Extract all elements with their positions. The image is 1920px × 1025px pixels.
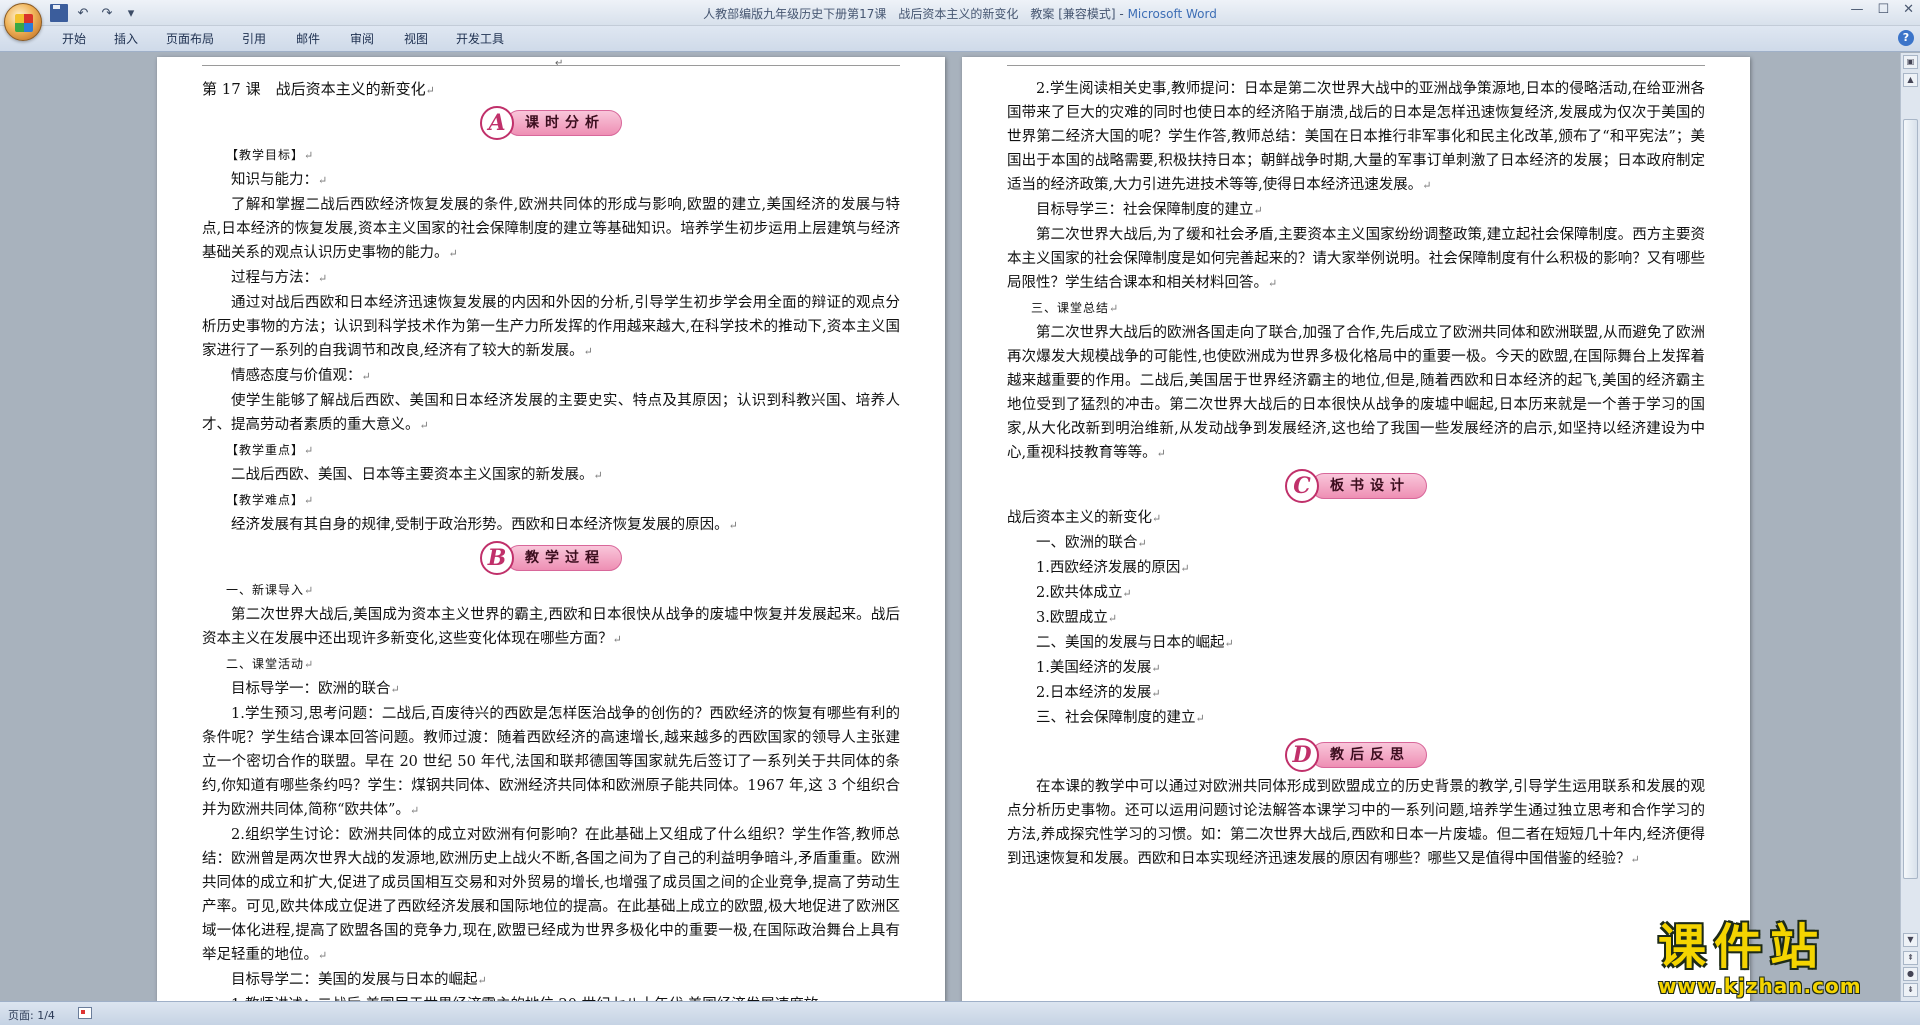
banner-text-a: 课时分析 xyxy=(506,110,622,136)
difficulty-heading: 【教学难点】↵ xyxy=(226,493,315,507)
section-activity-heading: 二、课堂活动↵ xyxy=(226,657,315,671)
tab-review[interactable]: 审阅 xyxy=(350,30,374,47)
header-line xyxy=(1007,65,1705,66)
scroll-up-button[interactable]: ▲ xyxy=(1903,73,1918,87)
page-1[interactable]: ↵ 第 17 课 战后资本主义的新变化↵ A 课时分析 【教学目标】↵ 知识与能力… xyxy=(157,57,945,1001)
goal-2-partial-text: 1.教师讲述：二战后,美国居于世界经济霸主的地位,20 世纪七八十年代,美国经济… xyxy=(202,993,900,1001)
board-item: 一、欧洲的联合↵ xyxy=(1036,535,1147,551)
banner-text-b: 教学过程 xyxy=(506,545,622,571)
section-intro-text: 第二次世界大战后,美国成为资本主义世界的霸主,西欧和日本很快从战争的废墟中恢复并… xyxy=(202,607,900,647)
key-points-heading: 【教学重点】↵ xyxy=(226,443,315,457)
tab-developer[interactable]: 开发工具 xyxy=(456,30,504,47)
board-item: 2.欧共体成立↵ xyxy=(1036,585,1132,601)
tab-home[interactable]: 开始 xyxy=(62,30,86,47)
watermark-logo: 课件站 www.kjzhan.com xyxy=(1658,920,1920,1000)
watermark-text: 课件站 xyxy=(1658,919,1827,975)
emotion-heading: 情感态度与价值观：↵ xyxy=(231,368,371,384)
banner-letter-a: A xyxy=(480,106,514,140)
board-item: 3.欧盟成立↵ xyxy=(1036,610,1118,626)
board-item: 二、美国的发展与日本的崛起↵ xyxy=(1036,635,1234,651)
banner-letter-c: C xyxy=(1285,469,1319,503)
banner-letter-b: B xyxy=(480,541,514,575)
status-bar: 页面: 1/4 xyxy=(0,1001,1920,1025)
page-2-content: 2.学生阅读相关史事,教师提问：日本是第二次世界大战中的亚洲战争策源地,日本的侵… xyxy=(1007,77,1705,872)
banner-reflection: D 教后反思 xyxy=(1007,737,1705,773)
banner-letter-d: D xyxy=(1285,738,1319,772)
board-item: 1.美国经济的发展↵ xyxy=(1036,660,1161,676)
page-1-content: 第 17 课 战后资本主义的新变化↵ A 课时分析 【教学目标】↵ 知识与能力：↵… xyxy=(202,77,900,1001)
document-area[interactable]: ↵ 第 17 课 战后资本主义的新变化↵ A 课时分析 【教学目标】↵ 知识与能力… xyxy=(0,53,1900,1001)
page-2[interactable]: 2.学生阅读相关史事,教师提问：日本是第二次世界大战中的亚洲战争策源地,日本的侵… xyxy=(962,57,1750,1001)
process-heading: 过程与方法：↵ xyxy=(231,270,328,286)
key-points-text: 二战后西欧、美国、日本等主要资本主义国家的新发展。↵ xyxy=(231,467,603,483)
banner-lesson-analysis: A 课时分析 xyxy=(202,105,900,141)
page-count[interactable]: 页面: 1/4 xyxy=(8,1007,55,1023)
board-item: 2.日本经济的发展↵ xyxy=(1036,685,1161,701)
tab-page-layout[interactable]: 页面布局 xyxy=(166,30,214,47)
summary-heading: 三、课堂总结↵ xyxy=(1031,301,1120,315)
minimize-button[interactable]: — xyxy=(1850,2,1863,17)
scrollbar-thumb[interactable] xyxy=(1903,119,1918,879)
ruler-toggle-button[interactable]: ▣ xyxy=(1903,55,1918,69)
header-line xyxy=(202,65,900,66)
header-paragraph-mark: ↵ xyxy=(555,58,564,69)
tab-references[interactable]: 引用 xyxy=(242,30,266,47)
help-icon[interactable]: ? xyxy=(1898,30,1914,46)
proofing-icon[interactable] xyxy=(78,1007,92,1019)
knowledge-text: 了解和掌握二战后西欧经济恢复发展的条件,欧洲共同体的形成与影响,欧盟的建立,美国… xyxy=(202,197,900,261)
reflection-text: 在本课的教学中可以通过对欧洲共同体形成到欧盟成立的历史背景的教学,引导学生运用联… xyxy=(1007,779,1705,867)
goal-1-heading: 目标导学一：欧洲的联合↵ xyxy=(231,681,400,697)
banner-board-design: C 板书设计 xyxy=(1007,468,1705,504)
banner-teaching-process: B 教学过程 xyxy=(202,540,900,576)
watermark-url: www.kjzhan.com xyxy=(1658,974,1862,998)
ribbon-tabs: 开始 插入 页面布局 引用 邮件 审阅 视图 开发工具 ? xyxy=(0,26,1920,52)
goal-3-heading: 目标导学三：社会保障制度的建立↵ xyxy=(1036,202,1263,218)
summary-text: 第二次世界大战后的欧洲各国走向了联合,加强了合作,先后成立了欧洲共同体和欧洲联盟… xyxy=(1007,325,1705,461)
title-bar: ↶ ↷ ▾ 人教部编版九年级历史下册第17课 战后资本主义的新变化 教案 [兼容… xyxy=(0,0,1920,26)
board-item: 1.西欧经济发展的原因↵ xyxy=(1036,560,1190,576)
goal-2-heading: 目标导学二：美国的发展与日本的崛起↵ xyxy=(231,972,487,988)
goals-heading: 【教学目标】↵ xyxy=(226,148,315,162)
process-text: 通过对战后西欧和日本经济迅速恢复发展的内因和外因的分析,引导学生初步学会用全面的… xyxy=(202,295,900,359)
japan-paragraph: 2.学生阅读相关史事,教师提问：日本是第二次世界大战中的亚洲战争策源地,日本的侵… xyxy=(1007,81,1705,193)
tab-view[interactable]: 视图 xyxy=(404,30,428,47)
emotion-text: 使学生能够了解战后西欧、美国和日本经济发展的主要史实、特点及其原因；认识到科教兴… xyxy=(202,393,900,433)
tab-mailings[interactable]: 邮件 xyxy=(296,30,320,47)
board-item: 三、社会保障制度的建立↵ xyxy=(1036,710,1205,726)
banner-text-d: 教后反思 xyxy=(1311,742,1427,768)
lesson-title: 第 17 课 战后资本主义的新变化↵ xyxy=(202,80,435,98)
banner-text-c: 板书设计 xyxy=(1311,473,1427,499)
tab-insert[interactable]: 插入 xyxy=(114,30,138,47)
section-intro-heading: 一、新课导入↵ xyxy=(226,583,315,597)
window-controls: — ☐ ✕ xyxy=(1850,2,1914,17)
maximize-button[interactable]: ☐ xyxy=(1877,2,1889,17)
window-title: 人教部编版九年级历史下册第17课 战后资本主义的新变化 教案 [兼容模式] - … xyxy=(703,7,1217,21)
close-button[interactable]: ✕ xyxy=(1903,2,1914,17)
vertical-scrollbar[interactable]: ▣ ▲ ▼ ⇞ ● ⇟ xyxy=(1900,53,1920,1001)
knowledge-heading: 知识与能力：↵ xyxy=(231,172,328,188)
board-title: 战后资本主义的新变化↵ xyxy=(1007,510,1162,526)
goal-3-text: 第二次世界大战后,为了缓和社会矛盾,主要资本主义国家纷纷调整政策,建立起社会保障… xyxy=(1007,227,1705,291)
difficulty-text: 经济发展有其自身的规律,受制于政治形势。西欧和日本经济恢复发展的原因。↵ xyxy=(231,517,738,533)
goal-1-paragraph-2: 2.组织学生讨论：欧洲共同体的成立对欧洲有何影响？在此基础上又组成了什么组织？学… xyxy=(202,827,900,963)
goal-1-paragraph-1: 1.学生预习,思考问题：二战后,百废待兴的西欧是怎样医治战争的创伤的？西欧经济的… xyxy=(202,706,900,818)
office-button[interactable] xyxy=(4,3,42,41)
